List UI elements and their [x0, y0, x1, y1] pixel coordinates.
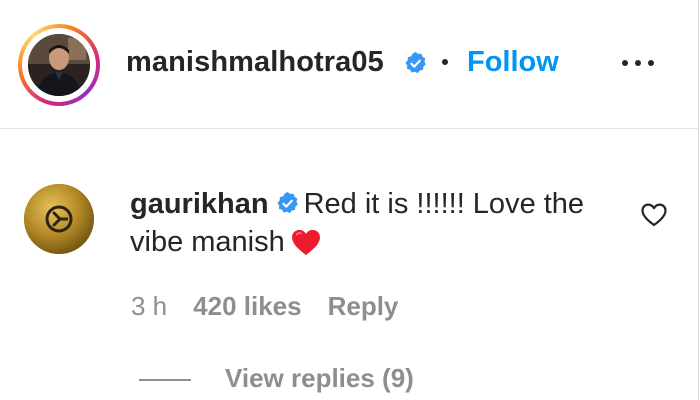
- more-options-icon[interactable]: [618, 54, 658, 74]
- post-author-username[interactable]: manishmalhotra05: [126, 44, 384, 80]
- comment-body: gaurikhan Red it is !!!!!! Love the vibe…: [130, 185, 610, 261]
- heart-outline-icon[interactable]: [641, 203, 667, 227]
- red-heart-emoji-icon: [291, 229, 320, 256]
- avatar-photo-icon: [28, 34, 90, 96]
- post-header: manishmalhotra05 Follow: [0, 0, 699, 129]
- comment-time: 3 h: [131, 291, 168, 321]
- separator-dot: [442, 59, 448, 65]
- story-ring[interactable]: [18, 24, 100, 106]
- comment-username[interactable]: gaurikhan: [130, 188, 269, 220]
- gold-logo-icon: [24, 184, 94, 254]
- avatar: [28, 34, 90, 96]
- verified-badge-icon: [277, 191, 298, 214]
- verified-badge-icon: [405, 51, 426, 74]
- comment-likes[interactable]: 420 likes: [193, 291, 301, 321]
- follow-button[interactable]: Follow: [467, 44, 559, 80]
- instagram-comment-panel: manishmalhotra05 Follow gaurikhan Red it…: [0, 0, 699, 400]
- replies-divider-line: [139, 379, 191, 381]
- comment-avatar[interactable]: [24, 184, 94, 254]
- reply-button[interactable]: Reply: [328, 291, 399, 321]
- view-replies-button[interactable]: View replies (9): [225, 362, 414, 394]
- comment-meta: 3 h 420 likes Reply: [131, 290, 398, 322]
